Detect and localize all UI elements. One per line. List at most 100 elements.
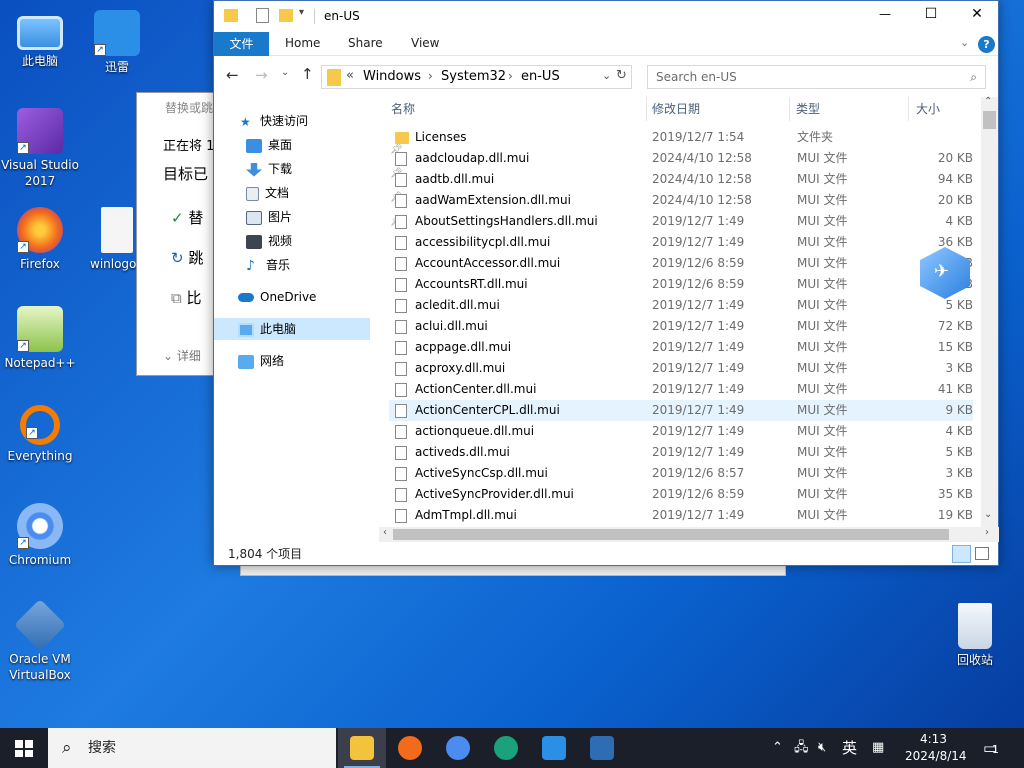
file-row[interactable]: AccountAccessor.dll.mui 2019/12/6 8:59 MUI… (389, 253, 973, 274)
nav-music[interactable]: ♪ 音乐 (246, 254, 290, 276)
scroll-down-arrow-icon[interactable]: ⌄ (984, 509, 992, 520)
file-row[interactable]: ActiveSyncProvider.dll.mui 2019/12/6 8:59… (389, 484, 973, 505)
file-name: actionqueue.dll.mui (415, 424, 535, 438)
compare-option[interactable]: ⧉ 比 (171, 287, 202, 308)
skip-option[interactable]: ↻ 跳 (171, 247, 203, 268)
tab-home[interactable]: Home (285, 36, 320, 50)
scroll-up-arrow-icon[interactable]: ⌃ (984, 96, 992, 107)
details-toggle[interactable]: ⌄ 详细 (163, 347, 201, 364)
file-row[interactable]: AdmTmpl.dll.mui 2019/12/7 1:49 MUI 文件 19 KB (389, 505, 973, 526)
desktop-icon-thunder[interactable]: ↗ 迅雷 (78, 10, 156, 75)
nav-quick-access[interactable]: ★ 快速访问 (240, 110, 308, 132)
maximize-button[interactable]: ☐ (908, 6, 954, 22)
overflow-crumb[interactable]: « (346, 68, 354, 83)
file-icon (395, 488, 407, 502)
file-row[interactable]: AboutSettingsHandlers.dll.mui 2019/12/7 1… (389, 211, 973, 232)
taskbar-app-virtualbox[interactable] (578, 728, 626, 768)
edge-icon (494, 736, 518, 760)
details-view-button[interactable] (952, 545, 971, 563)
volume-muted-icon[interactable]: 🔇︎ (818, 728, 826, 768)
file-row[interactable]: actionqueue.dll.mui 2019/12/7 1:49 MUI 文件 4… (389, 421, 973, 442)
vertical-scrollbar[interactable]: ⌃ ⌄ (981, 96, 998, 527)
expand-ribbon-icon[interactable]: ⌄ (960, 36, 969, 49)
desktop-icon-chromium[interactable]: ↗ Chromium (1, 503, 79, 568)
desktop-icon-label: 此电脑 (21, 54, 58, 68)
crumb-system32[interactable]: System32 (441, 69, 506, 84)
nav-this-pc[interactable]: 此电脑 (214, 318, 370, 340)
help-icon[interactable]: ? (978, 36, 995, 53)
network-status-icon[interactable]: 🖧︎ (794, 728, 809, 768)
search-input[interactable]: Search en-US ⌕ (647, 65, 986, 89)
file-row[interactable]: Licenses 2019/12/7 1:54 文件夹 (389, 127, 973, 148)
scroll-thumb[interactable] (983, 111, 996, 129)
file-icon (395, 425, 407, 439)
desktop-icon-notepadpp[interactable]: ↗ Notepad++ (1, 306, 79, 371)
desktop-icon-firefox[interactable]: ↗ Firefox (1, 207, 79, 272)
replace-option[interactable]: ✓ 替 (171, 207, 203, 228)
file-row[interactable]: aadcloudap.dll.mui 2024/4/10 12:58 MUI 文件 2… (389, 148, 973, 169)
ime-indicator[interactable]: 英 (842, 728, 857, 768)
desktop-icon-everything[interactable]: ↗ Everything (1, 405, 79, 464)
desktop-icon-this-pc[interactable]: 此电脑 (1, 10, 79, 69)
file-row[interactable]: aclui.dll.mui 2019/12/7 1:49 MUI 文件 72 KB (389, 316, 973, 337)
properties-icon[interactable] (256, 8, 269, 23)
crumb-windows[interactable]: Windows (363, 69, 421, 84)
nav-videos[interactable]: 视频 (246, 230, 292, 252)
column-header-size[interactable]: 大小 (916, 100, 940, 117)
scroll-thumb[interactable] (393, 529, 949, 540)
file-date: 2019/12/7 1:49 (652, 424, 745, 438)
file-row[interactable]: acledit.dll.mui 2019/12/7 1:49 MUI 文件 5 KB (389, 295, 973, 316)
ime-mode-icon[interactable]: ▦ (872, 728, 884, 768)
up-button[interactable]: ↑ (301, 65, 314, 83)
forward-button[interactable]: → (255, 66, 268, 84)
column-header-name[interactable]: 名称 (391, 100, 415, 117)
column-header-date[interactable]: 修改日期 (652, 100, 700, 117)
clock-date[interactable]: 2024/8/14 (905, 736, 967, 768)
file-row[interactable]: acproxy.dll.mui 2019/12/7 1:49 MUI 文件 3 KB (389, 358, 973, 379)
taskbar-app-chromium[interactable] (434, 728, 482, 768)
file-row[interactable]: ActionCenterCPL.dll.mui 2019/12/7 1:49 MUI… (389, 400, 973, 421)
column-header-type[interactable]: 类型 (796, 100, 820, 117)
file-row[interactable]: ActionCenter.dll.mui 2019/12/7 1:49 MUI 文件… (389, 379, 973, 400)
recent-locations-button[interactable]: ⌄ (281, 67, 289, 78)
taskbar-app-thunder-bird[interactable] (530, 728, 578, 768)
back-button[interactable]: ← (226, 66, 239, 84)
tab-file[interactable]: 文件 (214, 32, 269, 56)
large-icons-view-button[interactable] (975, 547, 989, 560)
file-row[interactable]: acppage.dll.mui 2019/12/7 1:49 MUI 文件 15 KB (389, 337, 973, 358)
file-type: MUI 文件 (797, 151, 848, 165)
computer-icon (17, 16, 63, 50)
file-row[interactable]: aadWamExtension.dll.mui 2024/4/10 12:58 MU… (389, 190, 973, 211)
desktop-icon-virtualbox[interactable]: Oracle VM VirtualBox (1, 598, 79, 683)
taskbar-app-edge[interactable] (482, 728, 530, 768)
close-button[interactable]: ✕ (954, 6, 1000, 22)
new-folder-icon[interactable] (279, 9, 293, 22)
minimize-button[interactable]: — (862, 7, 908, 21)
dialog-line-1: 正在将 1 (163, 139, 215, 154)
scroll-right-arrow-icon[interactable]: › (985, 527, 989, 538)
start-button[interactable] (15, 740, 33, 757)
file-row[interactable]: ActiveSyncCsp.dll.mui 2019/12/6 8:57 MUI 文… (389, 463, 973, 484)
tab-view[interactable]: View (411, 36, 439, 50)
file-row[interactable]: AccountsRT.dll.mui2019/12/6 8:59MUI 文件KB (389, 274, 973, 295)
desktop-icon-recycle-bin[interactable]: 回收站 (936, 603, 1014, 668)
horizontal-scrollbar[interactable]: ‹ › (379, 527, 999, 542)
file-name: ActiveSyncCsp.dll.mui (415, 466, 548, 480)
desktop-icon-visual-studio[interactable]: ↗ Visual Studio 2017 (1, 108, 79, 189)
taskbar-search-box[interactable]: ⌕ 搜索 (48, 728, 336, 768)
file-row[interactable]: aadtb.dll.mui 2024/4/10 12:58 MUI 文件 94 KB (389, 169, 973, 190)
show-hidden-icons-button[interactable]: ⌃ (772, 728, 783, 768)
address-bar[interactable]: « Windows › System32 › en-US ⌄ ↻ (321, 65, 632, 89)
file-row[interactable]: activeds.dll.mui 2019/12/7 1:49 MUI 文件 5 KB (389, 442, 973, 463)
crumb-en-us[interactable]: en-US (521, 69, 560, 84)
file-row[interactable]: accessibilitycpl.dll.mui 2019/12/7 1:49 MU… (389, 232, 973, 253)
scroll-left-arrow-icon[interactable]: ‹ (383, 527, 387, 538)
nav-onedrive[interactable]: OneDrive (238, 286, 316, 308)
refresh-icon[interactable]: ↻ (616, 68, 627, 83)
customize-toolbar-icon[interactable]: ▾ (299, 7, 304, 18)
nav-network[interactable]: 网络 (238, 350, 284, 372)
address-dropdown-icon[interactable]: ⌄ (602, 69, 611, 82)
tab-share[interactable]: Share (348, 36, 383, 50)
taskbar-app-file-explorer[interactable] (338, 728, 386, 768)
taskbar-app-firefox[interactable] (386, 728, 434, 768)
